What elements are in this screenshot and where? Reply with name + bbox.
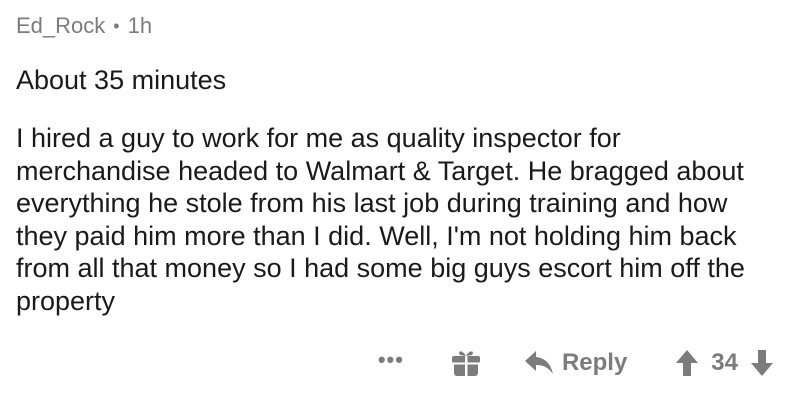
- meta-separator: •: [113, 16, 120, 36]
- vote-score: 34: [711, 349, 738, 376]
- reply-label: Reply: [561, 349, 628, 376]
- upvote-arrow-icon[interactable]: [675, 349, 699, 377]
- reply-arrow-icon: [524, 351, 553, 374]
- comment-body: I hired a guy to work for me as quality …: [16, 123, 745, 316]
- gift-icon[interactable]: [450, 347, 482, 379]
- comment-title: About 35 minutes: [16, 65, 227, 95]
- comment: Ed_Rock • 1h About 35 minutes I hired a …: [16, 10, 786, 317]
- comment-actions: ••• Reply 34: [378, 343, 774, 383]
- reply-button[interactable]: Reply: [524, 349, 627, 377]
- downvote-arrow-icon[interactable]: [750, 349, 774, 377]
- more-options-icon[interactable]: •••: [378, 347, 404, 373]
- comment-age: 1h: [127, 13, 153, 38]
- author-username[interactable]: Ed_Rock: [16, 13, 105, 39]
- vote-controls: 34: [675, 349, 774, 377]
- comment-meta: Ed_Rock • 1h: [16, 10, 786, 42]
